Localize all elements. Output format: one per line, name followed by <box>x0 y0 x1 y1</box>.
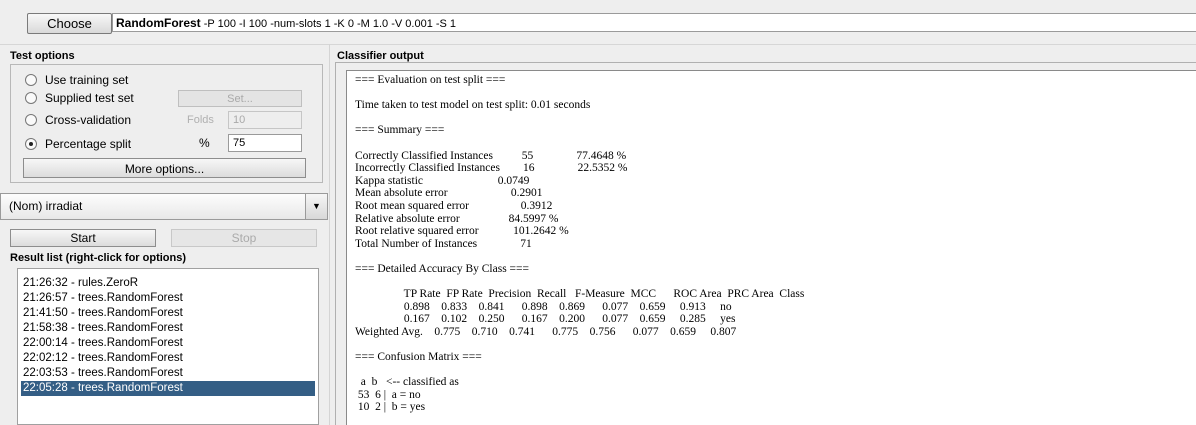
radio-cross-validation[interactable]: Cross-validation <box>25 111 131 129</box>
radio-use-training-set[interactable]: Use training set <box>25 71 128 89</box>
output-line: 0.167 0.102 0.250 0.167 0.200 0.077 0.65… <box>355 313 736 326</box>
output-line: Total Number of Instances 71 <box>355 237 532 250</box>
classifier-options: -P 100 -I 100 -num-slots 1 -K 0 -M 1.0 -… <box>200 18 457 30</box>
output-line: a b <-- classified as <box>355 376 459 389</box>
output-line: === Evaluation on test split === <box>355 74 506 86</box>
class-attribute-select[interactable]: (Nom) irradiat ▼ <box>0 193 328 220</box>
output-line: Relative absolute error 84.5997 % <box>355 212 559 225</box>
result-list-title: Result list (right-click for options) <box>10 252 187 264</box>
classifier-name: RandomForest <box>116 16 201 30</box>
radio-label: Supplied test set <box>45 91 134 105</box>
choose-button[interactable]: Choose <box>27 13 112 34</box>
weka-classify-panel: Choose RandomForest -P 100 -I 100 -num-s… <box>0 0 1196 425</box>
output-line: Root mean squared error 0.3912 <box>355 199 553 212</box>
classifier-bar: Choose RandomForest -P 100 -I 100 -num-s… <box>0 0 1196 45</box>
radio-selected-icon <box>25 138 37 150</box>
output-line: TP Rate FP Rate Precision Recall F-Measu… <box>355 288 805 301</box>
radio-icon <box>25 74 37 86</box>
output-line: === Detailed Accuracy By Class === <box>355 262 529 275</box>
classifier-output-text: === Evaluation on test split === Time ta… <box>355 74 804 414</box>
output-line: 10 2 | b = yes <box>355 401 426 414</box>
output-line: 0.898 0.833 0.841 0.898 0.869 0.077 0.65… <box>355 300 732 313</box>
result-list-item[interactable]: 22:00:14 - trees.RandomForest <box>21 336 315 351</box>
radio-label: Use training set <box>45 73 129 87</box>
result-list[interactable]: 21:26:32 - rules.ZeroR 21:26:57 - trees.… <box>17 268 319 425</box>
set-test-set-button: Set... <box>178 90 302 107</box>
radio-label: Percentage split <box>45 137 132 151</box>
output-line: === Summary === <box>355 124 445 137</box>
output-line: === Confusion Matrix === <box>355 351 482 364</box>
output-line: Time taken to test model on test split: … <box>355 99 591 112</box>
output-line: Incorrectly Classified Instances 16 22.5… <box>355 162 628 175</box>
radio-label: Cross-validation <box>45 113 132 127</box>
output-line: Correctly Classified Instances 55 77.464… <box>355 149 627 162</box>
result-list-item[interactable]: 22:02:12 - trees.RandomForest <box>21 351 315 366</box>
output-line: Weighted Avg. 0.775 0.710 0.741 0.775 0.… <box>355 325 737 338</box>
result-list-item-selected[interactable]: 22:05:28 - trees.RandomForest <box>21 381 315 396</box>
folds-label: Folds <box>187 114 214 126</box>
classifier-config-field[interactable]: RandomForest -P 100 -I 100 -num-slots 1 … <box>112 13 1196 32</box>
percent-split-field[interactable]: 75 <box>228 134 302 152</box>
percent-symbol: % <box>199 136 210 150</box>
result-list-item[interactable]: 21:58:38 - trees.RandomForest <box>21 321 315 336</box>
output-line: Root relative squared error 101.2642 % <box>355 225 569 238</box>
more-options-button[interactable]: More options... <box>23 158 306 178</box>
classifier-output-title: Classifier output <box>337 50 424 62</box>
radio-percentage-split[interactable]: Percentage split <box>25 135 131 153</box>
result-list-item[interactable]: 21:26:32 - rules.ZeroR <box>21 276 315 291</box>
radio-icon <box>25 114 37 126</box>
output-line: Mean absolute error 0.2901 <box>355 187 543 200</box>
result-list-item[interactable]: 22:03:53 - trees.RandomForest <box>21 366 315 381</box>
classifier-output-area[interactable]: === Evaluation on test split === Time ta… <box>346 70 1196 425</box>
radio-icon <box>25 92 37 104</box>
folds-field: 10 <box>228 111 302 129</box>
output-line: Kappa statistic 0.0749 <box>355 174 530 187</box>
test-options-title: Test options <box>10 50 75 62</box>
class-attribute-value: (Nom) irradiat <box>9 199 83 213</box>
result-list-item[interactable]: 21:41:50 - trees.RandomForest <box>21 306 315 321</box>
split-pane-divider[interactable] <box>329 44 330 425</box>
output-line: 53 6 | a = no <box>355 388 421 401</box>
result-list-item[interactable]: 21:26:57 - trees.RandomForest <box>21 291 315 306</box>
test-options-panel: Use training set Supplied test set Set..… <box>10 64 323 183</box>
radio-supplied-test-set[interactable]: Supplied test set <box>25 89 134 107</box>
start-button[interactable]: Start <box>10 229 156 247</box>
chevron-down-icon[interactable]: ▼ <box>305 194 327 219</box>
stop-button: Stop <box>171 229 317 247</box>
